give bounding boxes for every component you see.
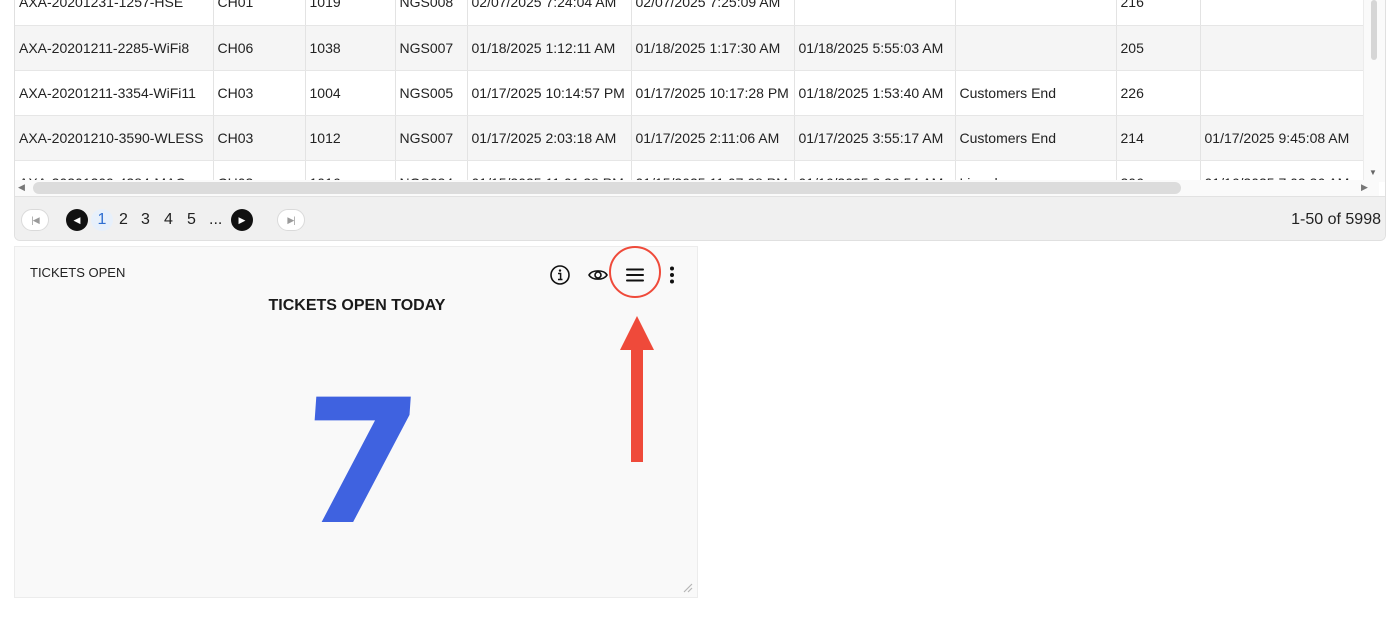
- dashboard-page: AXA-20201231-1257-HSE CH01 1019 NGS008 02/07…: [0, 0, 1400, 621]
- highlight-circle: [609, 246, 661, 298]
- table-cell[interactable]: 205: [1116, 25, 1201, 71]
- table-cell[interactable]: 1004: [305, 70, 396, 116]
- horizontal-scroll-thumb[interactable]: [33, 182, 1181, 194]
- table-cell[interactable]: [1200, 0, 1365, 26]
- page-ellipsis: ...: [209, 211, 223, 228]
- table-cell[interactable]: 01/17/2025 2:03:18 AM: [467, 115, 632, 161]
- table-cell[interactable]: 1019: [305, 0, 396, 26]
- table-cell[interactable]: NGS034: [395, 160, 468, 182]
- kpi-value: 7: [293, 362, 427, 563]
- table-cell[interactable]: 216: [1116, 0, 1201, 26]
- first-page-button[interactable]: |◀: [21, 209, 49, 231]
- table-cell[interactable]: CH03: [213, 70, 306, 116]
- table-cell[interactable]: 01/18/2025 5:55:03 AM: [794, 25, 956, 71]
- table-row[interactable]: AXA-20201231-1257-HSE CH01 1019 NGS008 02/07…: [15, 0, 1365, 26]
- page-number-3[interactable]: 3: [141, 209, 150, 231]
- scroll-right-arrow-icon[interactable]: ▶: [1361, 182, 1368, 193]
- view-button[interactable]: [585, 261, 611, 289]
- table-cell[interactable]: CH03: [213, 115, 306, 161]
- tickets-grid: AXA-20201231-1257-HSE CH01 1019 NGS008 02/07…: [14, 0, 1386, 241]
- page-number-4[interactable]: 4: [164, 209, 173, 231]
- table-cell[interactable]: 1016: [305, 160, 396, 182]
- eye-icon: [588, 270, 608, 280]
- table-cell[interactable]: NGS007: [395, 25, 468, 71]
- table-cell[interactable]: [955, 0, 1117, 26]
- vertical-scrollbar[interactable]: ▼: [1363, 0, 1385, 182]
- next-page-button[interactable]: ▶: [231, 209, 253, 231]
- table-cell[interactable]: 02/07/2025 7:25:09 AM: [631, 0, 795, 26]
- table-cell[interactable]: 01/17/2025 9:45:08 AM: [1200, 115, 1365, 161]
- table-cell[interactable]: NGS005: [395, 70, 468, 116]
- table-cell[interactable]: [1200, 70, 1365, 116]
- table-cell[interactable]: 1038: [305, 25, 396, 71]
- chart-title-text: TICKETS OPEN TODAY: [268, 297, 446, 314]
- table-cell[interactable]: Line damage: [955, 160, 1117, 182]
- table-cell[interactable]: 01/18/2025 1:17:30 AM: [631, 25, 795, 71]
- prev-page-icon: ◀: [73, 214, 81, 225]
- prev-page-button[interactable]: ◀: [66, 209, 88, 231]
- table-cell[interactable]: AXA-20201231-1257-HSE: [15, 0, 214, 26]
- page-number-1[interactable]: 1: [91, 209, 113, 231]
- table-cell[interactable]: CH01: [213, 0, 306, 26]
- table-cell[interactable]: [1200, 25, 1365, 71]
- table-cell[interactable]: 01/17/2025 10:17:28 PM: [631, 70, 795, 116]
- table-cell[interactable]: 1012: [305, 115, 396, 161]
- more-options-button[interactable]: [659, 261, 685, 289]
- last-page-button[interactable]: ▶|: [277, 209, 305, 231]
- next-page-icon: ▶: [238, 214, 246, 225]
- scroll-left-arrow-icon[interactable]: ◀: [18, 182, 25, 193]
- table-cell[interactable]: 226: [1116, 70, 1201, 116]
- page-count-label: 1-50 of 5998: [1291, 211, 1381, 228]
- horizontal-scrollbar[interactable]: ◀ ▶: [15, 180, 1379, 196]
- table-cell[interactable]: 01/16/2025 7:03:36 AM: [1200, 160, 1365, 182]
- table-cell[interactable]: 01/17/2025 10:14:57 PM: [467, 70, 632, 116]
- grid-rows: AXA-20201231-1257-HSE CH01 1019 NGS008 02/07…: [15, 0, 1365, 182]
- table-cell[interactable]: 01/15/2025 11:01:38 PM: [467, 160, 632, 182]
- table-row[interactable]: AXA-20201210-3590-WLESS CH03 1012 NGS007 01/…: [15, 115, 1365, 161]
- table-cell[interactable]: NGS007: [395, 115, 468, 161]
- table-cell[interactable]: 01/16/2025 2:36:54 AM: [794, 160, 956, 182]
- page-number-2[interactable]: 2: [119, 209, 128, 231]
- page-number-5[interactable]: 5: [187, 209, 196, 231]
- table-cell[interactable]: 206: [1116, 160, 1201, 182]
- first-page-icon: |◀: [31, 214, 39, 225]
- widget-title: TICKETS OPEN: [30, 265, 126, 280]
- table-row[interactable]: AXA-20201209-4284-MACCH031016NGS03401/15…: [15, 160, 1365, 182]
- pagination-bar: |◀ ◀ 1 2 3 4 5 ... ▶ ▶| 1-50 of 5998: [15, 196, 1385, 240]
- table-cell[interactable]: 01/18/2025 1:12:11 AM: [467, 25, 632, 71]
- table-cell[interactable]: CH06: [213, 25, 306, 71]
- table-cell[interactable]: AXA-20201209-4284-MAC: [15, 160, 214, 182]
- table-cell[interactable]: 01/18/2025 1:53:40 AM: [794, 70, 956, 116]
- scroll-down-arrow-icon[interactable]: ▼: [1369, 168, 1377, 177]
- table-cell[interactable]: 214: [1116, 115, 1201, 161]
- table-cell[interactable]: 01/17/2025 3:55:17 AM: [794, 115, 956, 161]
- table-cell[interactable]: 01/15/2025 11:07:08 PM: [631, 160, 795, 182]
- table-cell[interactable]: CH03: [213, 160, 306, 182]
- table-cell[interactable]: AXA-20201210-3590-WLESS: [15, 115, 214, 161]
- table-row[interactable]: AXA-20201211-3354-WiFi11 CH03 1004 NGS005 01…: [15, 70, 1365, 116]
- table-cell[interactable]: Customers End: [955, 70, 1117, 116]
- annotation-arrow-icon: [620, 316, 654, 462]
- grid-table: AXA-20201231-1257-HSE CH01 1019 NGS008 02/07…: [15, 0, 1365, 182]
- table-cell[interactable]: NGS008: [395, 0, 468, 26]
- table-row[interactable]: AXA-20201211-2285-WiFi8 CH06 1038 NGS007 01/…: [15, 25, 1365, 71]
- table-cell[interactable]: [955, 25, 1117, 71]
- chart-title: TICKETS OPEN TODAY: [15, 297, 699, 315]
- grid-body: AXA-20201231-1257-HSE CH01 1019 NGS008 02/07…: [15, 0, 1379, 182]
- table-cell[interactable]: Customers End: [955, 115, 1117, 161]
- info-icon: [550, 265, 570, 285]
- tickets-open-widget: TICKETS OPEN TICKETS OPEN TODAY 7: [14, 246, 698, 598]
- more-vertical-icon: [670, 266, 674, 284]
- vertical-scroll-thumb[interactable]: [1371, 0, 1377, 60]
- table-cell[interactable]: 01/17/2025 2:11:06 AM: [631, 115, 795, 161]
- table-cell[interactable]: 02/07/2025 7:24:04 AM: [467, 0, 632, 26]
- table-cell[interactable]: AXA-20201211-2285-WiFi8: [15, 25, 214, 71]
- table-cell[interactable]: AXA-20201211-3354-WiFi11: [15, 70, 214, 116]
- info-button[interactable]: [547, 261, 573, 289]
- resize-grip-icon[interactable]: [683, 583, 693, 593]
- last-page-icon: ▶|: [287, 214, 295, 225]
- table-cell[interactable]: [794, 0, 956, 26]
